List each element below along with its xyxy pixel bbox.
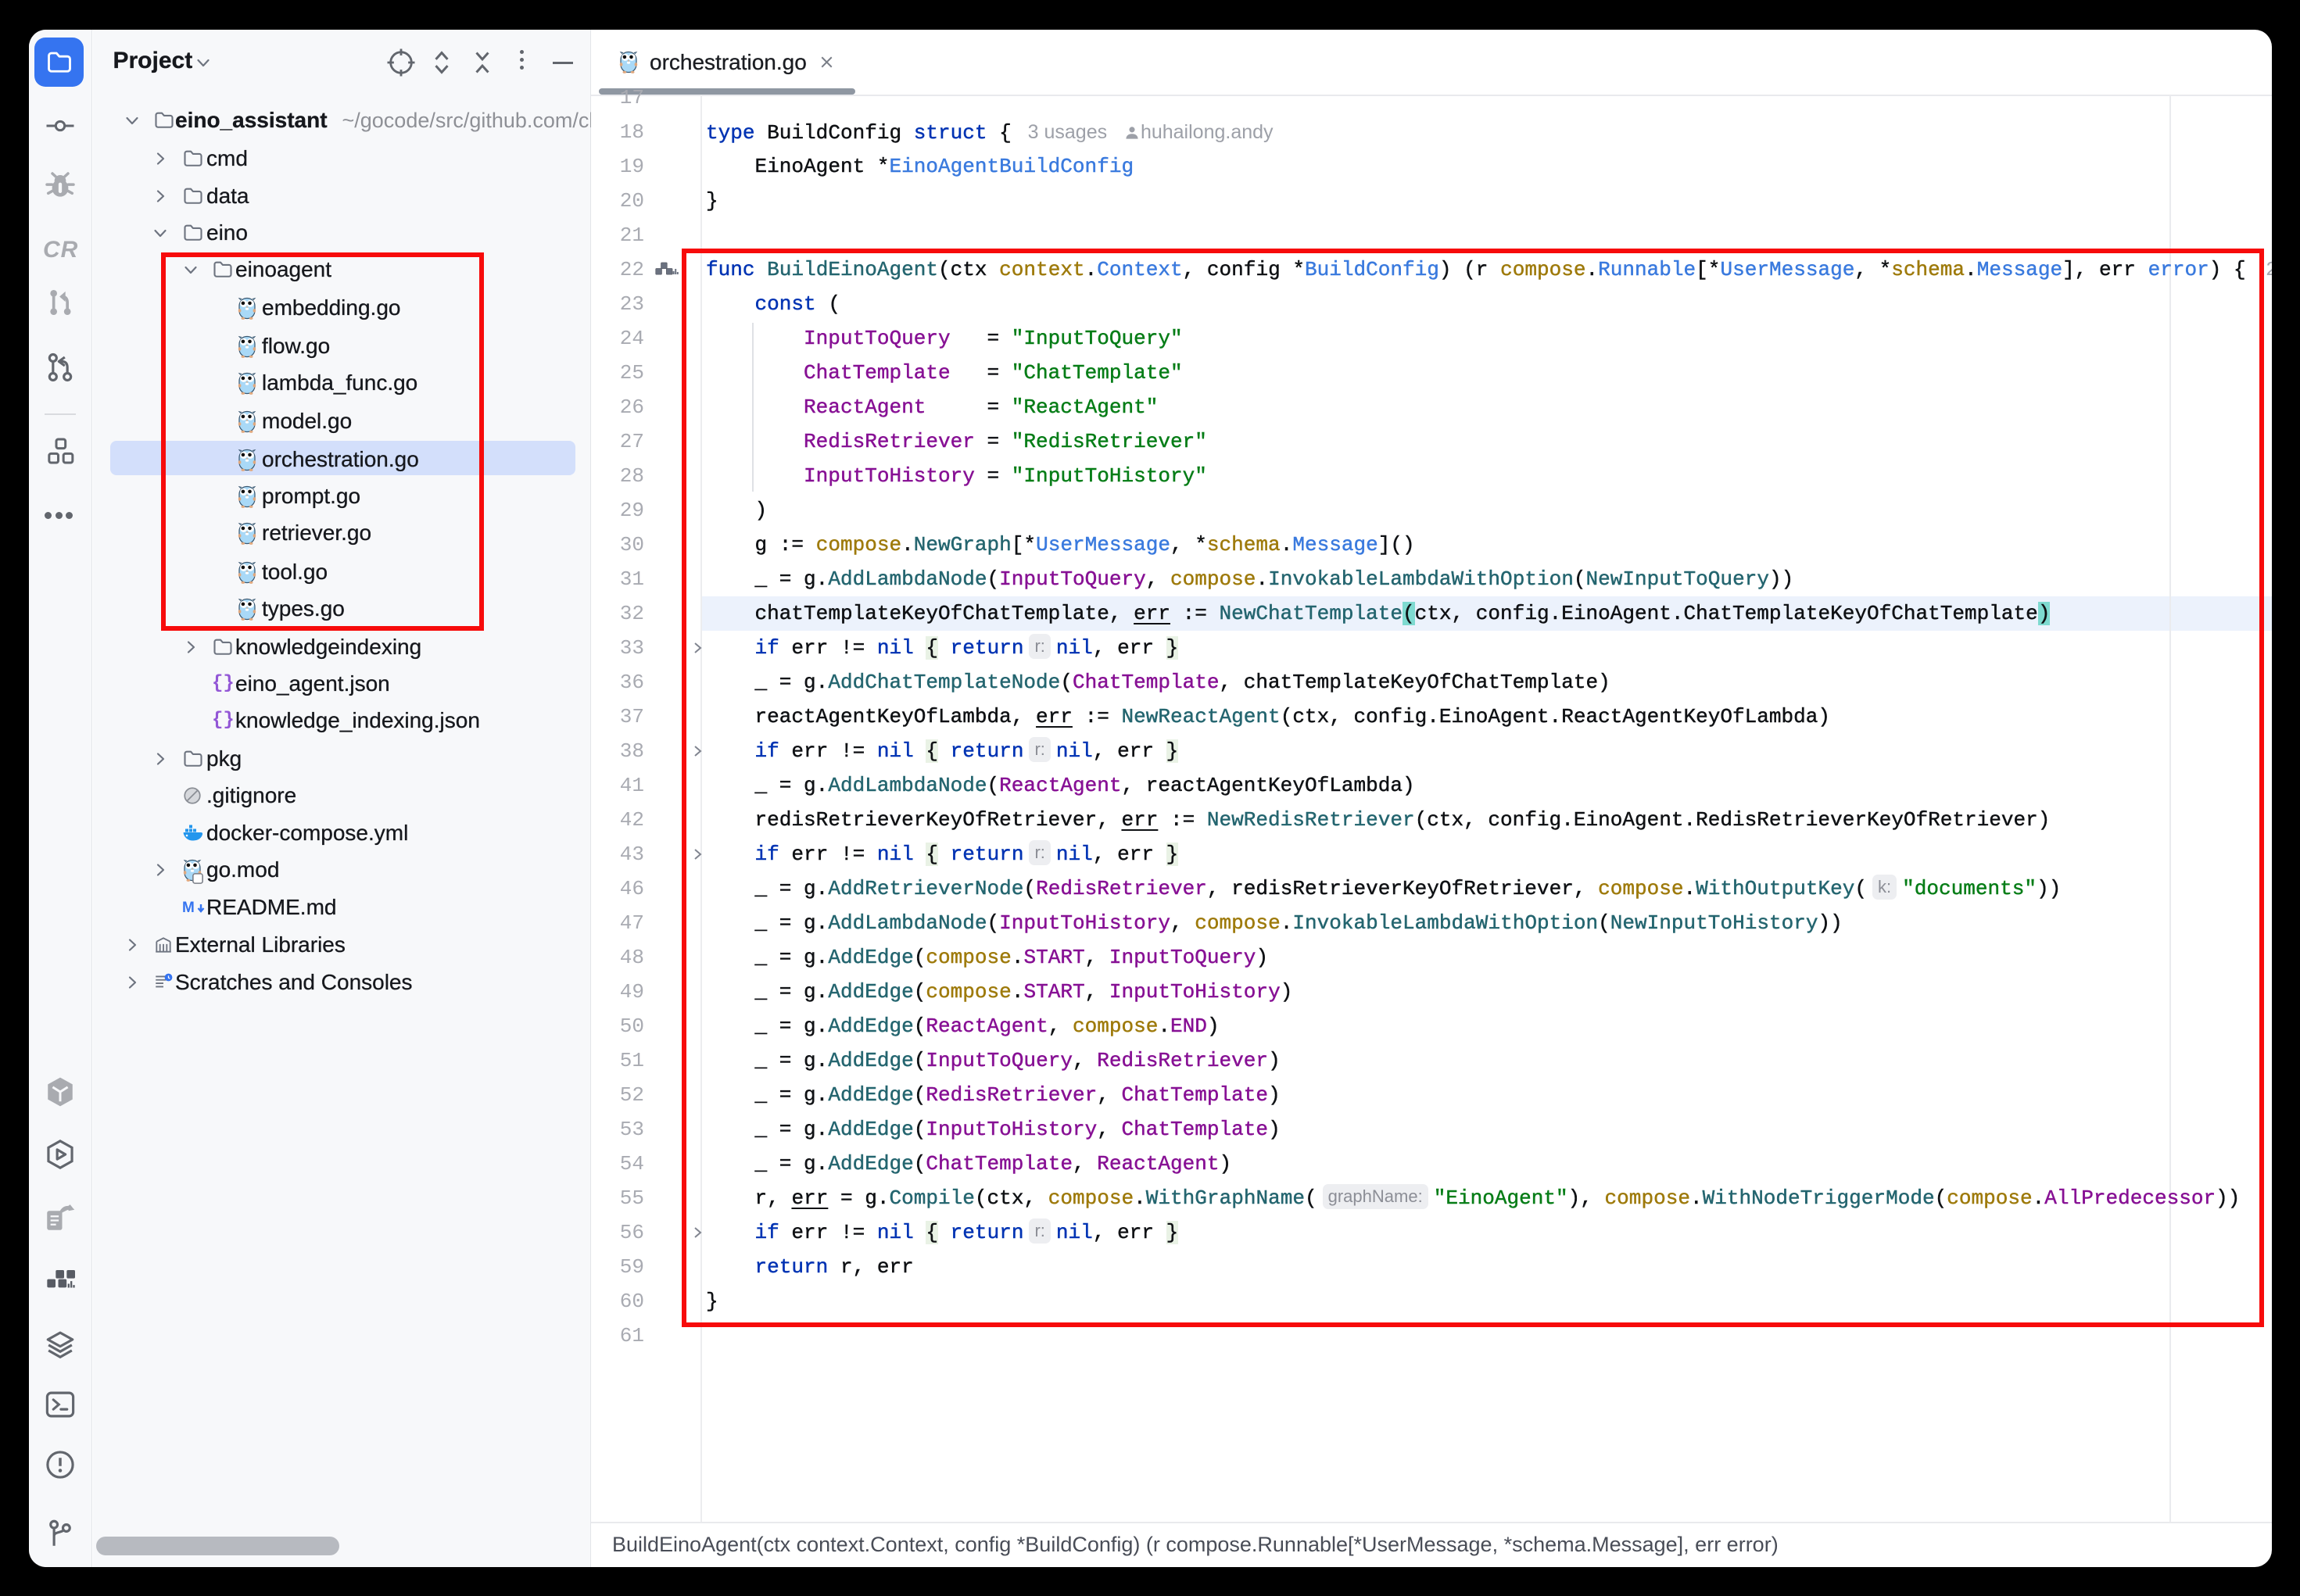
- svg-text:M: M: [182, 900, 195, 916]
